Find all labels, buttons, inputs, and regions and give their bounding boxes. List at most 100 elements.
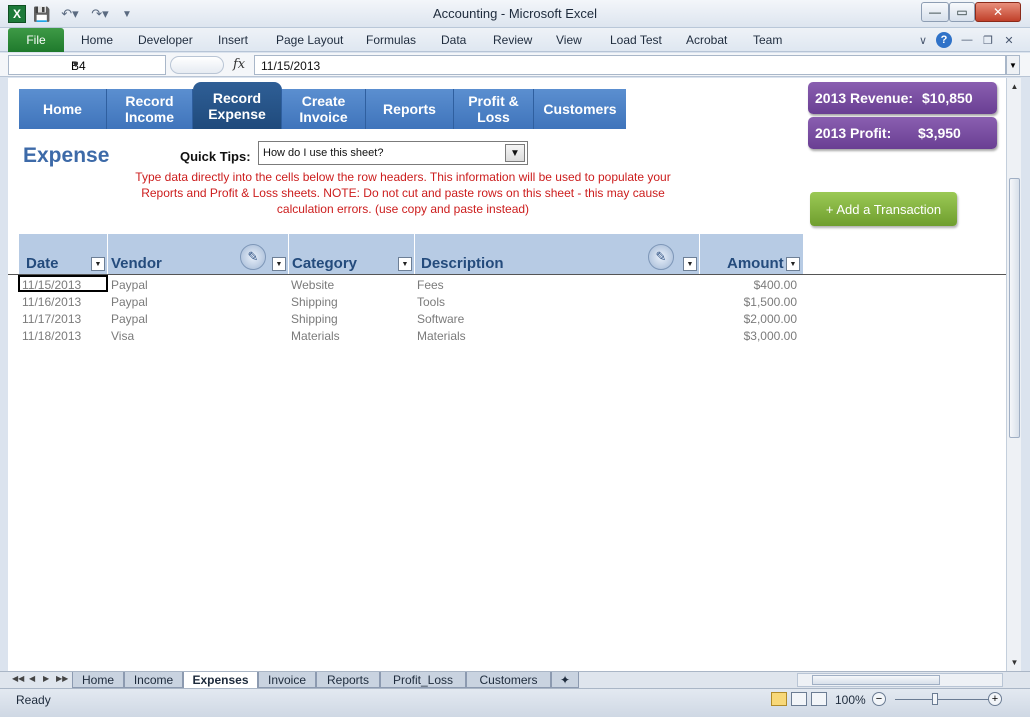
page-layout-view-icon[interactable] bbox=[791, 692, 807, 706]
insert-sheet-icon[interactable]: ✦ bbox=[551, 672, 579, 688]
cell-description[interactable]: Tools bbox=[417, 295, 445, 309]
close-button[interactable]: ✕ bbox=[975, 2, 1021, 22]
profit-summary-badge: 2013 Profit: $3,950 bbox=[808, 117, 997, 149]
cell-vendor[interactable]: Visa bbox=[111, 329, 134, 343]
cell-amount[interactable]: $3,000.00 bbox=[744, 329, 797, 343]
name-box[interactable]: B4 ▼ bbox=[8, 55, 166, 75]
last-sheet-icon[interactable]: ▶▶ bbox=[56, 674, 68, 683]
tab-load-test[interactable]: Load Test bbox=[610, 33, 662, 47]
scroll-down-icon[interactable]: ▼ bbox=[1009, 656, 1020, 668]
nav-reports-button[interactable]: Reports bbox=[366, 89, 454, 129]
zoom-slider-thumb[interactable] bbox=[932, 693, 938, 705]
edit-list-pencil-icon[interactable]: ✎ bbox=[648, 244, 674, 270]
page-break-view-icon[interactable] bbox=[811, 692, 827, 706]
tab-developer[interactable]: Developer bbox=[138, 33, 193, 47]
filter-dropdown-icon[interactable]: ▼ bbox=[91, 257, 105, 271]
tab-insert[interactable]: Insert bbox=[218, 33, 248, 47]
status-text: Ready bbox=[16, 693, 51, 707]
nav-create-invoice-button[interactable]: Create Invoice bbox=[282, 89, 366, 129]
cell-amount[interactable]: $400.00 bbox=[754, 278, 797, 292]
edit-list-pencil-icon[interactable]: ✎ bbox=[240, 244, 266, 270]
quick-tips-dropdown[interactable]: How do I use this sheet? ▼ bbox=[258, 141, 528, 165]
freeze-pane-divider bbox=[8, 274, 1006, 275]
first-sheet-icon[interactable]: ◀◀ bbox=[12, 674, 24, 683]
prev-sheet-icon[interactable]: ◀ bbox=[29, 674, 35, 683]
cell-category[interactable]: Website bbox=[291, 278, 334, 292]
cell-date[interactable]: 11/17/2013 bbox=[22, 312, 81, 326]
cell-description[interactable]: Software bbox=[417, 312, 464, 326]
cell-date[interactable]: 11/16/2013 bbox=[22, 295, 81, 309]
chevron-down-icon[interactable]: ▼ bbox=[71, 59, 161, 69]
cell-description[interactable]: Materials bbox=[417, 329, 466, 343]
zoom-slider-track[interactable] bbox=[895, 699, 990, 700]
nav-record-expense-button[interactable]: Record Expense bbox=[193, 82, 282, 129]
sheet-tab-invoice[interactable]: Invoice bbox=[258, 672, 316, 688]
zoom-in-icon[interactable]: + bbox=[988, 692, 1002, 706]
cell-date[interactable]: 11/18/2013 bbox=[22, 329, 81, 343]
profit-label: 2013 Profit: bbox=[815, 125, 892, 141]
table-row[interactable]: 11/16/2013 Paypal Shipping Tools $1,500.… bbox=[19, 293, 803, 310]
zoom-out-icon[interactable]: − bbox=[872, 692, 886, 706]
horizontal-scrollbar[interactable] bbox=[797, 673, 1003, 687]
cell-category[interactable]: Shipping bbox=[291, 312, 338, 326]
filter-dropdown-icon[interactable]: ▼ bbox=[272, 257, 286, 271]
nav-profit-loss-button[interactable]: Profit & Loss bbox=[454, 89, 534, 129]
cell-description[interactable]: Fees bbox=[417, 278, 444, 292]
tab-review[interactable]: Review bbox=[493, 33, 532, 47]
workbook-restore-icon[interactable]: ❐ bbox=[981, 32, 995, 48]
minimize-ribbon-icon[interactable]: ∨ bbox=[916, 32, 930, 48]
cell-vendor[interactable]: Paypal bbox=[111, 312, 148, 326]
column-header-label: Vendor bbox=[111, 255, 162, 272]
column-header-amount: Amount ▼ bbox=[700, 234, 803, 274]
insert-function-icon[interactable]: fx bbox=[233, 57, 245, 72]
nav-customers-button[interactable]: Customers bbox=[534, 89, 626, 129]
next-sheet-icon[interactable]: ▶ bbox=[43, 674, 49, 683]
cell-amount[interactable]: $2,000.00 bbox=[744, 312, 797, 326]
sheet-tab-expenses[interactable]: Expenses bbox=[183, 672, 258, 689]
formula-input[interactable]: 11/15/2013 bbox=[254, 55, 1006, 75]
filter-dropdown-icon[interactable]: ▼ bbox=[398, 257, 412, 271]
expand-formula-bar-icon[interactable]: ▼ bbox=[1006, 55, 1020, 75]
tab-formulas[interactable]: Formulas bbox=[366, 33, 416, 47]
vertical-scroll-thumb[interactable] bbox=[1009, 178, 1020, 438]
tab-team[interactable]: Team bbox=[753, 33, 782, 47]
filter-dropdown-icon[interactable]: ▼ bbox=[683, 257, 697, 271]
cell-category[interactable]: Shipping bbox=[291, 295, 338, 309]
chevron-down-icon[interactable]: ▼ bbox=[505, 144, 525, 162]
workbook-close-icon[interactable]: ✕ bbox=[1002, 32, 1016, 48]
sheet-tab-profit-loss[interactable]: Profit_Loss bbox=[380, 672, 466, 688]
tab-view[interactable]: View bbox=[556, 33, 582, 47]
sheet-tab-home[interactable]: Home bbox=[72, 672, 124, 688]
add-transaction-button[interactable]: + Add a Transaction bbox=[810, 192, 957, 226]
table-row[interactable]: 11/18/2013 Visa Materials Materials $3,0… bbox=[19, 327, 803, 344]
filter-dropdown-icon[interactable]: ▼ bbox=[786, 257, 800, 271]
horizontal-scroll-thumb[interactable] bbox=[812, 675, 940, 685]
nav-home-button[interactable]: Home bbox=[19, 89, 107, 129]
table-row[interactable]: 11/17/2013 Paypal Shipping Software $2,0… bbox=[19, 310, 803, 327]
sheet-tab-customers[interactable]: Customers bbox=[466, 672, 551, 688]
normal-view-icon[interactable] bbox=[771, 692, 787, 706]
vertical-scrollbar[interactable]: ▲ ▼ bbox=[1006, 78, 1021, 671]
minimize-button[interactable]: — bbox=[921, 2, 949, 22]
zoom-level[interactable]: 100% bbox=[835, 693, 866, 707]
tab-acrobat[interactable]: Acrobat bbox=[686, 33, 727, 47]
cell-category[interactable]: Materials bbox=[291, 329, 340, 343]
nav-record-income-button[interactable]: Record Income bbox=[107, 89, 193, 129]
scroll-up-icon[interactable]: ▲ bbox=[1009, 80, 1020, 92]
sheet-tab-reports[interactable]: Reports bbox=[316, 672, 380, 688]
ribbon-tabs: File Home Developer Insert Page Layout F… bbox=[0, 28, 1030, 52]
tab-home[interactable]: Home bbox=[81, 33, 113, 47]
table-row[interactable]: 11/15/2013 Paypal Website Fees $400.00 bbox=[19, 276, 803, 293]
sheet-tab-income[interactable]: Income bbox=[124, 672, 183, 688]
cell-vendor[interactable]: Paypal bbox=[111, 278, 148, 292]
file-tab[interactable]: File bbox=[8, 28, 64, 52]
worksheet[interactable]: Home Record Income Record Expense Create… bbox=[8, 78, 1006, 671]
tab-data[interactable]: Data bbox=[441, 33, 466, 47]
cell-amount[interactable]: $1,500.00 bbox=[744, 295, 797, 309]
help-icon[interactable]: ? bbox=[936, 32, 952, 48]
formula-bar-resize-handle[interactable] bbox=[170, 56, 224, 74]
tab-page-layout[interactable]: Page Layout bbox=[276, 33, 343, 47]
maximize-button[interactable]: ▭ bbox=[949, 2, 975, 22]
cell-vendor[interactable]: Paypal bbox=[111, 295, 148, 309]
workbook-minimize-icon[interactable]: — bbox=[960, 32, 974, 48]
